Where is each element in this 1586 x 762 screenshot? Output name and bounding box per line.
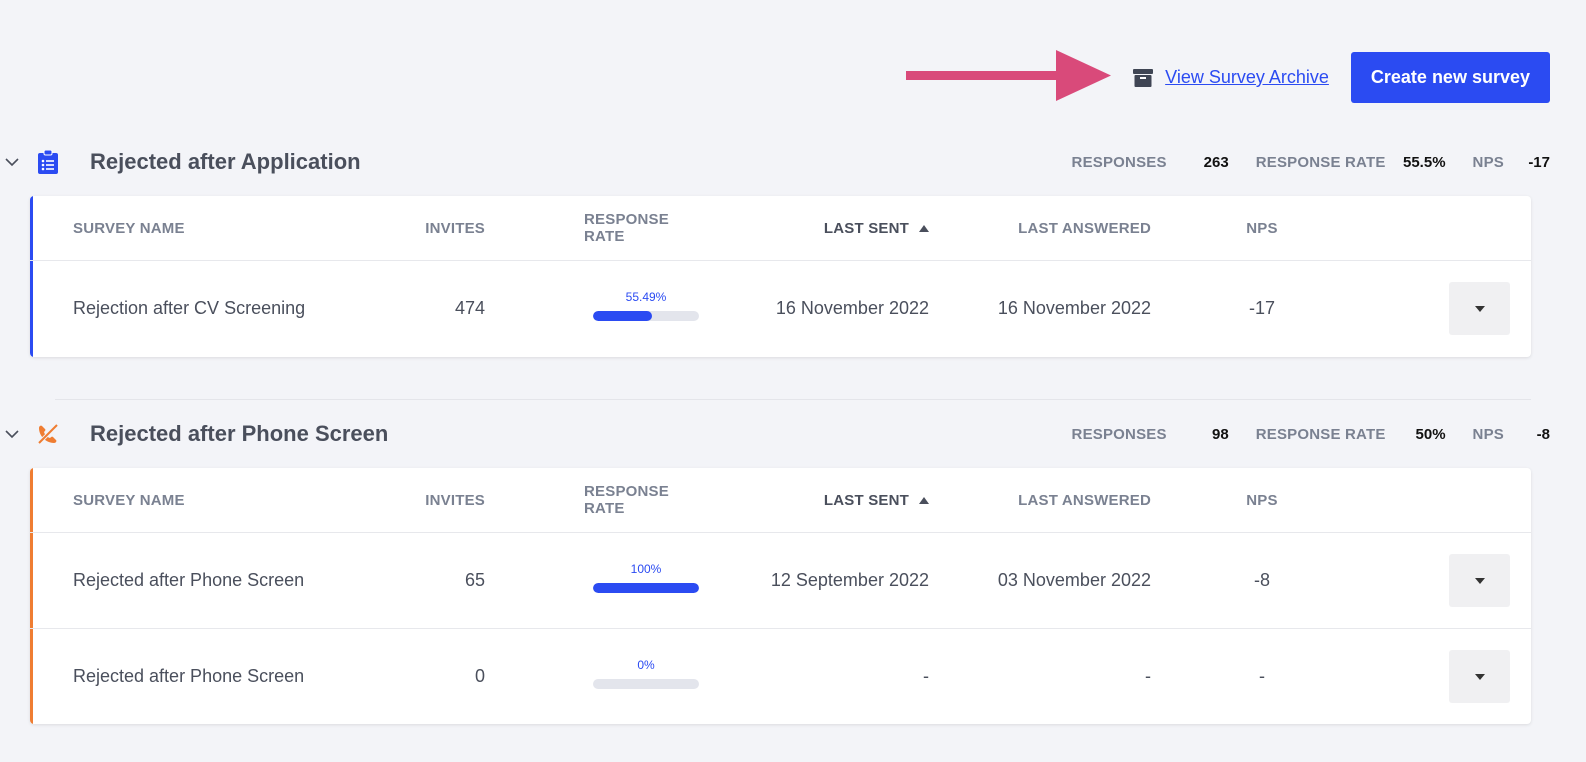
table-header: SURVEY NAME INVITES RESPONSE RATE LAST S… xyxy=(30,468,1531,532)
row-actions-dropdown-button[interactable] xyxy=(1449,282,1510,335)
toolbar: View Survey Archive Create new survey xyxy=(1133,52,1550,103)
response-rate-text: 55.49% xyxy=(625,290,667,304)
row-actions-cell xyxy=(1449,629,1510,724)
col-last-answered[interactable]: LAST ANSWERED xyxy=(1018,196,1151,260)
nps-value: -8 xyxy=(1253,570,1270,590)
response-rate-bar xyxy=(593,583,699,593)
col-last-sent[interactable]: LAST SENT xyxy=(824,196,929,260)
col-last-sent-label: LAST SENT xyxy=(823,219,909,237)
responses-label: RESPONSES xyxy=(1071,425,1167,443)
row-actions-dropdown-button[interactable] xyxy=(1449,650,1510,703)
archive-link-label: View Survey Archive xyxy=(1165,67,1329,87)
table-row[interactable]: Rejected after Phone Screen 0 0% - - - xyxy=(30,628,1531,724)
last-answered-value: - xyxy=(1145,666,1151,686)
last-answered-value: 16 November 2022 xyxy=(997,298,1151,318)
col-last-sent-label: LAST SENT xyxy=(823,491,909,509)
response-rate-value: 55.5% xyxy=(1403,153,1446,171)
nps-label: NPS xyxy=(1472,425,1504,443)
col-response-rate[interactable]: RESPONSE RATE xyxy=(584,468,708,532)
invites-value: 0 xyxy=(474,666,485,686)
sort-asc-icon xyxy=(919,496,929,504)
nps-value: -8 xyxy=(1536,425,1550,443)
responses-label: RESPONSES xyxy=(1071,153,1167,171)
section-title: Rejected after Application xyxy=(90,149,361,174)
response-rate-cell: 0% xyxy=(584,629,708,724)
col-nps[interactable]: NPS xyxy=(1246,468,1278,532)
col-nps[interactable]: NPS xyxy=(1246,196,1278,260)
row-actions-cell xyxy=(1449,533,1510,628)
responses-value: 98 xyxy=(1212,425,1229,443)
col-response-rate[interactable]: RESPONSE RATE xyxy=(584,196,708,260)
last-sent-value: - xyxy=(923,666,929,686)
nps-value: - xyxy=(1259,666,1265,686)
invites-value: 474 xyxy=(454,298,485,318)
section-divider xyxy=(55,399,1531,400)
caret-down-icon xyxy=(1474,305,1485,312)
survey-name: Rejected after Phone Screen xyxy=(73,570,305,590)
phone-off-icon xyxy=(36,422,60,446)
section-stats: RESPONSES 263 RESPONSE RATE 55.5% NPS -1… xyxy=(1072,154,1550,171)
section-header-application: Rejected after Application RESPONSES 263… xyxy=(0,142,1550,182)
response-rate-value: 50% xyxy=(1415,425,1446,443)
create-new-survey-button[interactable]: Create new survey xyxy=(1350,52,1550,103)
annotation-arrow xyxy=(906,50,1111,101)
table-row[interactable]: Rejection after CV Screening 474 55.49% … xyxy=(30,260,1531,356)
response-rate-fill xyxy=(593,583,699,593)
col-last-answered[interactable]: LAST ANSWERED xyxy=(1018,468,1151,532)
view-survey-archive-link[interactable]: View Survey Archive xyxy=(1133,67,1329,88)
responses-value: 263 xyxy=(1203,153,1229,171)
col-survey-name[interactable]: SURVEY NAME xyxy=(73,468,185,532)
response-rate-text: 100% xyxy=(630,562,662,576)
sort-asc-icon xyxy=(919,224,929,232)
table-header: SURVEY NAME INVITES RESPONSE RATE LAST S… xyxy=(30,196,1531,260)
nps-label: NPS xyxy=(1472,153,1504,171)
row-actions-dropdown-button[interactable] xyxy=(1449,554,1510,607)
clipboard-list-icon xyxy=(36,150,60,174)
survey-table-application: SURVEY NAME INVITES RESPONSE RATE LAST S… xyxy=(30,196,1531,357)
archive-box-icon xyxy=(1133,68,1154,88)
col-survey-name[interactable]: SURVEY NAME xyxy=(73,196,185,260)
last-answered-value: 03 November 2022 xyxy=(997,570,1151,590)
caret-down-icon xyxy=(1474,673,1485,680)
collapse-chevron-icon[interactable] xyxy=(2,157,22,167)
response-rate-label: RESPONSE RATE xyxy=(1255,153,1386,171)
section-title: Rejected after Phone Screen xyxy=(90,421,389,446)
survey-table-phone-screen: SURVEY NAME INVITES RESPONSE RATE LAST S… xyxy=(30,468,1531,724)
caret-down-icon xyxy=(1474,577,1485,584)
nps-value: -17 xyxy=(1248,298,1275,318)
response-rate-bar xyxy=(593,679,699,689)
response-rate-label: RESPONSE RATE xyxy=(1255,425,1386,443)
response-rate-bar xyxy=(593,311,699,321)
response-rate-cell: 100% xyxy=(584,533,708,628)
survey-name: Rejection after CV Screening xyxy=(73,298,306,318)
row-actions-cell xyxy=(1449,261,1510,356)
col-invites[interactable]: INVITES xyxy=(425,196,485,260)
response-rate-text: 0% xyxy=(637,658,655,672)
col-invites[interactable]: INVITES xyxy=(425,468,485,532)
table-row[interactable]: Rejected after Phone Screen 65 100% 12 S… xyxy=(30,532,1531,628)
collapse-chevron-icon[interactable] xyxy=(2,429,22,439)
invites-value: 65 xyxy=(464,570,485,590)
last-sent-value: 16 November 2022 xyxy=(775,298,929,318)
nps-value: -17 xyxy=(1528,153,1550,171)
survey-name: Rejected after Phone Screen xyxy=(73,666,305,686)
section-header-phone-screen: Rejected after Phone Screen RESPONSES 98… xyxy=(0,414,1550,454)
response-rate-cell: 55.49% xyxy=(584,261,708,356)
col-last-sent[interactable]: LAST SENT xyxy=(824,468,929,532)
response-rate-fill xyxy=(593,311,652,321)
last-sent-value: 12 September 2022 xyxy=(770,570,929,590)
section-stats: RESPONSES 98 RESPONSE RATE 50% NPS -8 xyxy=(1072,426,1550,443)
